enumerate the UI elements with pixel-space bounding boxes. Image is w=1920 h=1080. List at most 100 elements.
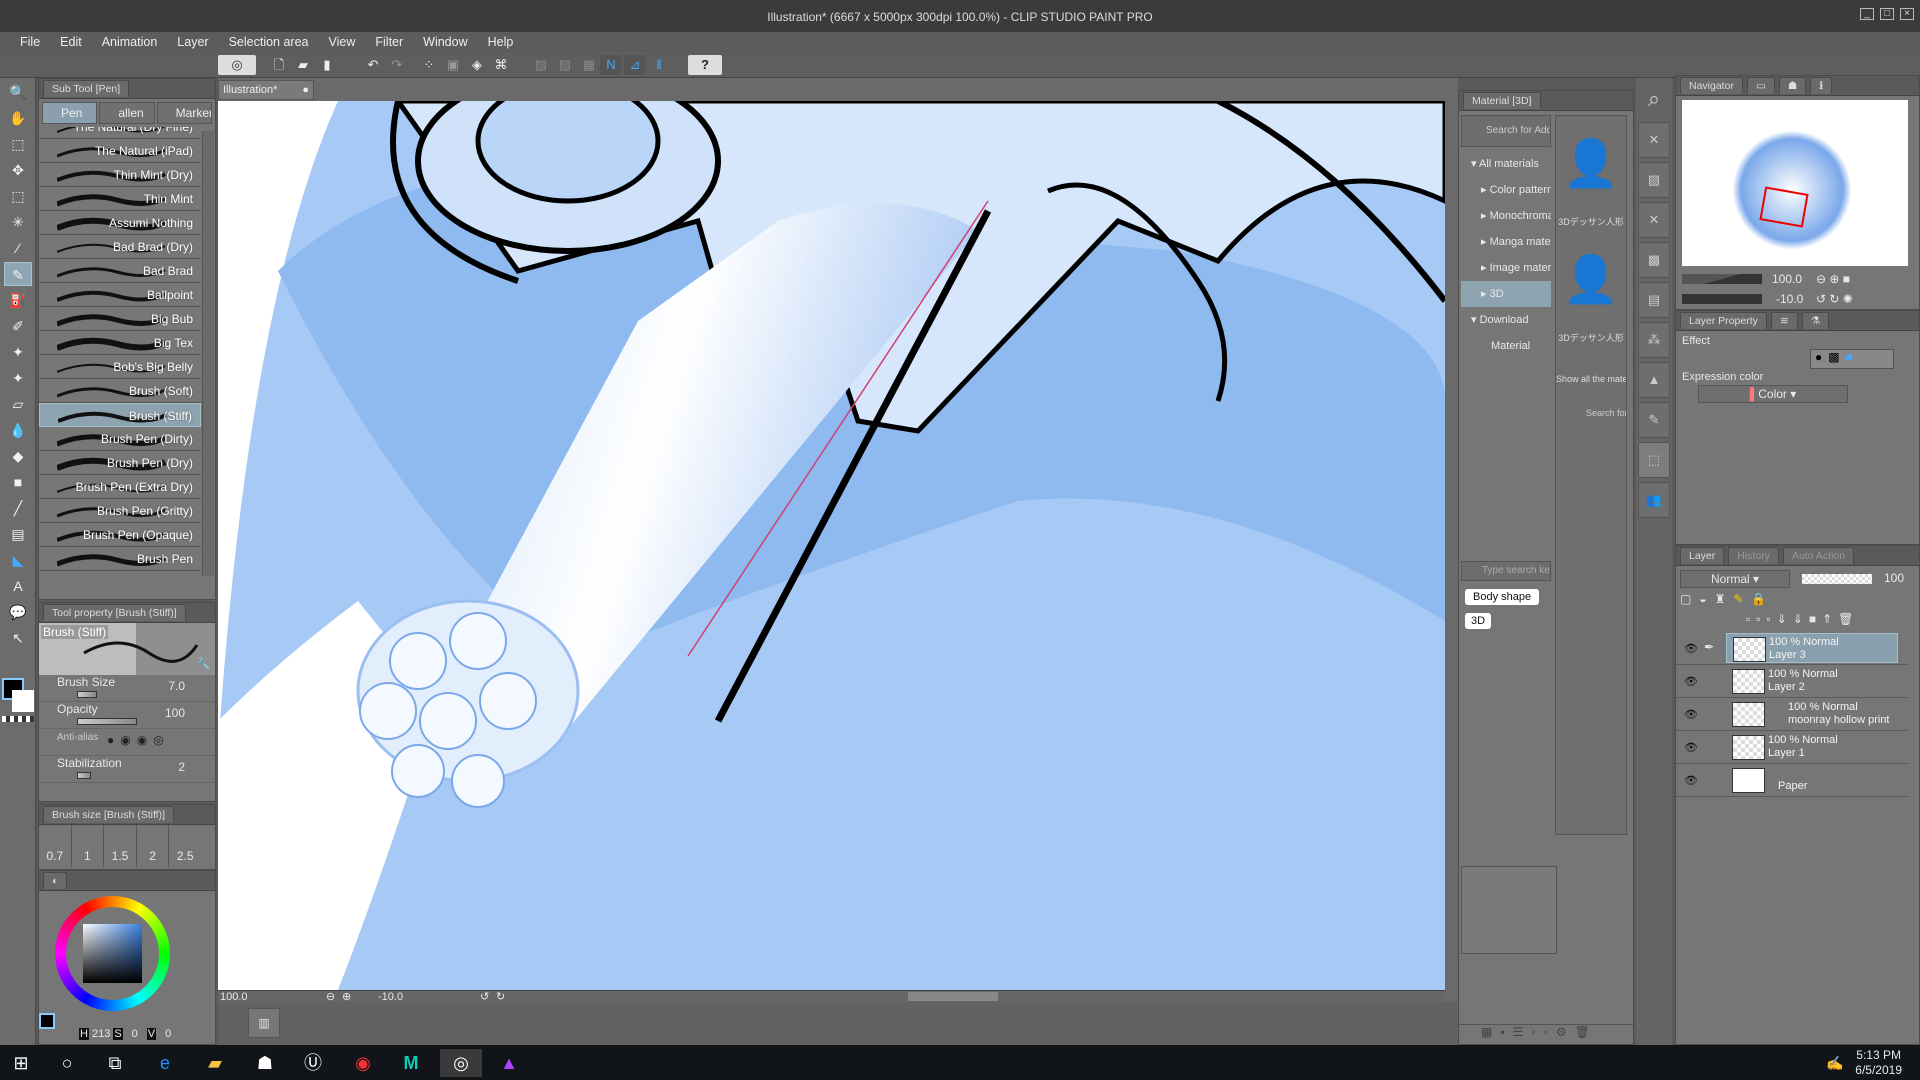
3d-drawing-figure-thumbnail[interactable]: 👤 [1558,118,1624,213]
brush-size-panel-title[interactable]: Brush size [Brush (Stiff)] [43,806,175,823]
timeline-icon[interactable]: ▥ [248,1008,280,1038]
layer-row[interactable]: 👁 ✒ 100 % Normal Layer 3 [1676,632,1908,665]
color-wheel-tab-icon[interactable]: ◐ [43,872,68,889]
layer-action-buttons[interactable]: ▫▫▫⇓⇓■⇑🗑 [1746,612,1859,626]
brush-list-scrollbar[interactable] [202,131,214,576]
brush-item[interactable]: The Natural (Dry Fine) [39,127,201,139]
material-folder-image-icon[interactable]: ▨ [1638,162,1670,198]
snap-special-ruler-icon[interactable]: ⊿ [624,55,646,75]
material-tree-item[interactable]: ▾ All materials [1461,151,1551,177]
subtool-tab-marker[interactable]: Marker [156,102,212,124]
sub-view-tab-icon[interactable]: ▭ [1746,77,1775,94]
decoration2-icon[interactable]: ✦ [4,366,32,390]
minimize-button[interactable]: _ [1860,8,1874,20]
brush-item[interactable]: Brush (Stiff) [39,403,201,427]
brush-size-slider[interactable] [77,691,97,698]
eraser-icon[interactable]: ▱ [4,392,32,416]
material-tree-item[interactable]: ▸ Manga material [1461,229,1551,255]
material-tree-item[interactable]: ▸ 3D [1461,281,1551,307]
clock[interactable]: 5:13 PM 6/5/2019 [1855,1048,1902,1078]
help-icon[interactable]: ? [688,55,722,75]
eye-icon[interactable]: 👁 [1684,741,1698,754]
material-folder-3d-icon[interactable]: ⬚ [1638,442,1670,478]
menu-filter[interactable]: Filter [365,32,413,52]
material-tree-item[interactable]: ▾ Download [1461,307,1551,333]
material-tree-item[interactable]: ▸ Color pattern [1461,177,1551,203]
brush-tool-icon[interactable]: ✐ [4,314,32,338]
material-search-input[interactable]: Type search keyword [1461,561,1551,581]
brush-item[interactable]: Bad Brad (Dry) [39,235,201,259]
menu-help[interactable]: Help [478,32,524,52]
brush-item[interactable]: Brush (Soft) [39,379,201,403]
unreal-engine-icon[interactable]: Ⓤ [298,1049,328,1077]
snap-ruler-icon[interactable]: N [600,55,622,75]
pen-tray-icon[interactable]: ✍ [1820,1049,1850,1077]
brush-item[interactable]: Ballpoint [39,283,201,307]
subtool-tab-pen[interactable]: Pen [42,102,98,124]
opacity-slider[interactable] [77,718,137,725]
material-tree-item[interactable]: ▸ Image material [1461,255,1551,281]
material-folder-manga-icon[interactable]: ▤ [1638,282,1670,318]
search-icon[interactable]: ⌕ [1638,82,1670,118]
figure-icon[interactable]: ╱ [4,496,32,520]
brush-item[interactable]: Assumi Nothing [39,211,201,235]
main-color-swatch[interactable] [39,1013,55,1029]
brush-item[interactable]: Brush Pen (Dry) [39,451,201,475]
ruler-icon[interactable]: ▨ [530,55,552,75]
file-explorer-icon[interactable]: ▰ [200,1049,230,1077]
show-all-materials-link[interactable]: Show all the materials [1556,374,1626,384]
navigator-rotation-value[interactable]: -10.0 [1776,292,1803,306]
navigator-zoom-value[interactable]: 100.0 [1772,272,1802,286]
brush-item[interactable]: Big Tex [39,331,201,355]
decoration-icon[interactable]: ✦ [4,340,32,364]
navigator-view-frame[interactable] [1759,186,1809,228]
stabilization-slider[interactable] [77,772,91,779]
brush-item[interactable]: Brush Pen (Gritty) [39,499,201,523]
layer-opacity-value[interactable]: 100 [1884,571,1904,585]
material-folder-brush-icon[interactable]: ✎ [1638,402,1670,438]
zoom-tool-icon[interactable]: 🔍 [4,80,32,104]
auto-select-icon[interactable]: ✳ [4,210,32,234]
brush-item[interactable]: Big Bub [39,307,201,331]
hand-tool-icon[interactable]: ✋ [4,106,32,130]
material-folder-picture-icon[interactable]: ▲ [1638,362,1670,398]
menu-file[interactable]: File [10,32,50,52]
transparent-color-swatch[interactable] [2,716,34,722]
brush-item[interactable]: Thin Mint [39,187,201,211]
navigator-preview[interactable] [1682,100,1908,266]
brush-item[interactable]: Brush Pen (Dirty) [39,427,201,451]
grid-icon[interactable]: ▦ [578,55,600,75]
history-tab[interactable]: History [1728,547,1779,564]
undo-icon[interactable]: ↶ [362,55,384,75]
stabilization-value[interactable]: 2 [178,760,185,774]
tool-property-title[interactable]: Tool property [Brush (Stiff)] [43,604,186,621]
search-more-link[interactable]: Search for [1556,408,1626,418]
saturation-value-square[interactable] [83,924,142,983]
menu-layer[interactable]: Layer [167,32,218,52]
stabilization-row[interactable]: Stabilization 2 [39,756,215,783]
operation-tool-icon[interactable]: ⬚ [4,132,32,156]
snap-grid-icon[interactable]: ǁ [648,55,670,75]
opacity-row[interactable]: Opacity 100 [39,702,215,729]
ruler-tool-icon[interactable]: ◣ [4,548,32,572]
zbrush-icon[interactable]: ☗ [250,1049,280,1077]
expression-color-dropdown[interactable]: ▌Color ▾ [1698,385,1848,403]
anti-alias-options[interactable]: ●◉◉◎ [107,733,170,747]
3d-drawing-figure-thumbnail[interactable]: 👤 [1558,234,1624,329]
material-folder-mono-icon[interactable]: ✕ [1638,202,1670,238]
subtool-tab-allen[interactable]: allen [99,102,155,124]
material-title[interactable]: Material [3D] [1463,92,1541,109]
transform-icon[interactable]: ⌘ [490,55,512,75]
brush-size-preset[interactable]: 0.7 [39,825,72,867]
fill-tool-icon[interactable]: ◆ [4,444,32,468]
close-button[interactable]: × [1900,8,1914,20]
document-tab[interactable]: Illustration* ● [218,80,314,100]
frame-icon[interactable]: ▤ [4,522,32,546]
brush-size-value[interactable]: 7.0 [168,679,185,693]
sub-color-swatch[interactable] [12,690,34,712]
auto-action-tab[interactable]: Auto Action [1782,547,1855,564]
brush-size-preset[interactable]: 1.5 [104,825,137,867]
layer-row[interactable]: 👁 100 % Normal Layer 1 [1676,731,1908,764]
navigator-tab[interactable]: Navigator [1680,77,1743,94]
canvas-h-scrollbar[interactable] [908,992,998,1001]
